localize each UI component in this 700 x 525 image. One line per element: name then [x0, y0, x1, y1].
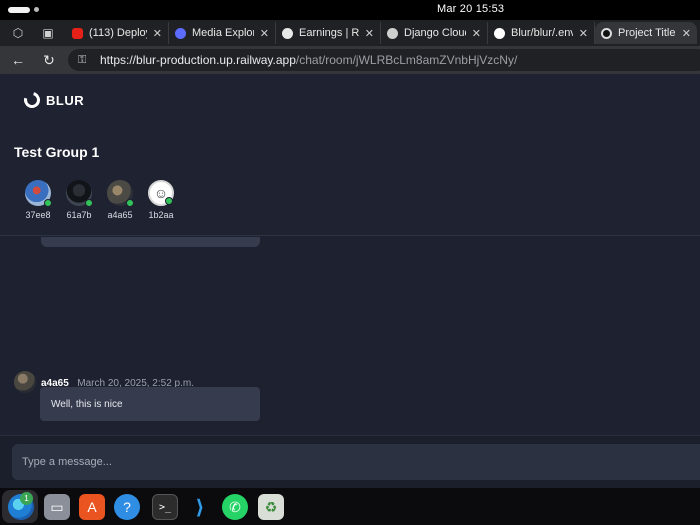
browser-toolbar: ← ↻ ⚿ https://blur-production.up.railway… [0, 46, 700, 74]
tab-github[interactable]: Blur/blur/.env ✕ [488, 22, 595, 44]
close-icon[interactable]: ✕ [682, 27, 691, 40]
youtube-icon [72, 27, 83, 39]
blur-icon [601, 27, 612, 39]
tab-youtube[interactable]: (113) Deploy V ✕ [66, 22, 169, 44]
close-icon[interactable]: ✕ [153, 27, 162, 40]
browser-tab-strip: ⬡ ▣ (113) Deploy V ✕ Media Explorer ✕ Ea… [0, 20, 700, 46]
message-bubble [41, 237, 260, 247]
avatar [107, 180, 134, 207]
message-bubble: Well, this is nice [40, 387, 260, 421]
message-input[interactable] [12, 444, 700, 480]
notification-badge: 1 [20, 492, 33, 505]
close-icon[interactable]: ✕ [365, 27, 374, 40]
avatar[interactable] [14, 371, 36, 393]
brand-name: BLUR [46, 92, 85, 108]
member-item[interactable]: 61a7b [59, 180, 99, 220]
online-status-dot [165, 197, 173, 205]
close-icon[interactable]: ✕ [472, 27, 481, 40]
workspace-indicator[interactable] [8, 7, 30, 13]
message-list: a4a65 March 20, 2025, 2:52 p.m. Well, th… [0, 237, 700, 435]
reload-icon[interactable]: ↻ [36, 47, 62, 73]
extensions-icon[interactable]: ⬡ [6, 22, 30, 44]
site-info-icon[interactable]: ⚿ [78, 54, 92, 67]
close-icon[interactable]: ✕ [260, 27, 269, 40]
blur-logo-icon [21, 89, 43, 111]
member-list: 37ee8 61a7b a4a65 ☺ 1b2aa [18, 180, 182, 220]
brand-logo[interactable]: BLUR [21, 89, 85, 111]
tab-django[interactable]: Django Cloudin ✕ [381, 22, 488, 44]
workspace-dot[interactable] [34, 7, 39, 12]
address-bar[interactable]: ⚿ https://blur-production.up.railway.app… [68, 49, 700, 71]
railway-icon [282, 27, 293, 39]
app-center-icon[interactable]: A [79, 494, 105, 520]
back-arrow-icon[interactable]: ← [5, 47, 31, 73]
online-status-dot [85, 199, 93, 207]
member-item[interactable]: a4a65 [100, 180, 140, 220]
trash-icon[interactable]: ♻ [258, 494, 284, 520]
avatar [25, 180, 52, 207]
avatar: ☺ [148, 180, 174, 206]
composer-area [0, 435, 700, 488]
django-icon [387, 27, 398, 39]
chat-app: BLUR Test Group 1 37ee8 61a7b a4a65 ☺ 1b… [0, 74, 700, 488]
tab-earnings[interactable]: Earnings | Railw ✕ [276, 22, 381, 44]
online-status-dot [126, 199, 134, 207]
tab-media-explorer[interactable]: Media Explorer ✕ [169, 22, 276, 44]
tab-search-icon[interactable]: ▣ [36, 22, 60, 44]
chat-header: BLUR Test Group 1 37ee8 61a7b a4a65 ☺ 1b… [0, 74, 700, 236]
media-icon [175, 27, 186, 39]
vscode-icon[interactable]: ⟩ [187, 494, 213, 520]
system-clock[interactable]: Mar 20 15:53 [437, 3, 504, 15]
url-host: https://blur-production.up.railway.app [100, 53, 296, 67]
files-icon[interactable]: ▭ [44, 494, 70, 520]
system-top-bar: Mar 20 15:53 [0, 0, 700, 20]
github-icon [494, 27, 505, 39]
member-item[interactable]: ☺ 1b2aa [141, 180, 181, 220]
whatsapp-icon[interactable]: ✆ [222, 494, 248, 520]
url-path: /chat/room/jWLRBcLm8amZVnbHjVzcNy/ [295, 53, 518, 67]
avatar [66, 180, 93, 207]
terminal-icon[interactable]: >_ [152, 494, 178, 520]
group-title: Test Group 1 [14, 144, 100, 160]
online-status-dot [44, 199, 52, 207]
help-icon[interactable]: ? [114, 494, 140, 520]
dock: 1 ▭ A ? >_ ⟩ ✆ ♻ [0, 488, 700, 525]
tab-project-title[interactable]: Project Title ✕ [595, 22, 697, 44]
member-item[interactable]: 37ee8 [18, 180, 58, 220]
close-icon[interactable]: ✕ [579, 27, 588, 40]
